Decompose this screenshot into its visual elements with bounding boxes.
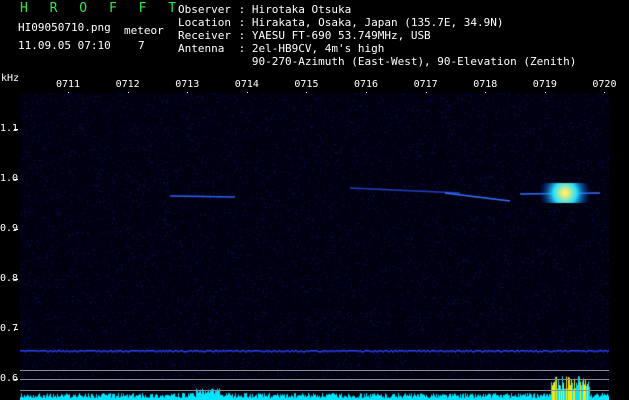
y-axis-unit: kHz bbox=[1, 73, 20, 84]
x-tick-label: 0713 bbox=[175, 79, 200, 90]
x-tick-label: 0712 bbox=[115, 79, 140, 90]
x-tick-label: 0716 bbox=[354, 79, 379, 90]
info-row-antenna-direction: 90-270-Azimuth (East-West), 90-Elevation… bbox=[251, 55, 577, 68]
x-tick-label: 0720 bbox=[592, 79, 617, 90]
meteor-count: 7 bbox=[138, 39, 145, 52]
info-row-observer: Observer : Hirotaka Otsuka bbox=[178, 3, 352, 16]
y-tick-mark bbox=[14, 229, 18, 230]
file-name: HI09050710.png bbox=[18, 21, 111, 34]
y-tick-mark bbox=[14, 179, 18, 180]
reference-line-middle bbox=[20, 379, 609, 380]
x-tick-label: 0717 bbox=[413, 79, 438, 90]
reference-line-upper bbox=[20, 370, 609, 371]
station-info: Observer : Hirotaka Otsuka Location : Hi… bbox=[178, 3, 576, 68]
y-tick-mark bbox=[14, 279, 18, 280]
info-row-location: Location : Hirakata, Osaka, Japan (135.7… bbox=[178, 16, 504, 29]
x-tick-label: 0715 bbox=[294, 79, 319, 90]
x-tick-label: 0714 bbox=[234, 79, 259, 90]
app-title: H R O F F T bbox=[20, 1, 184, 16]
y-tick-mark bbox=[14, 379, 18, 380]
x-tick-label: 0718 bbox=[473, 79, 498, 90]
y-tick-mark bbox=[14, 129, 18, 130]
meteor-label: meteor bbox=[124, 24, 164, 37]
record-datetime: 11.09.05 07:10 bbox=[18, 39, 111, 52]
x-tick-label: 0711 bbox=[56, 79, 81, 90]
spectrogram-canvas bbox=[20, 93, 609, 400]
info-row-receiver: Receiver : YAESU FT-690 53.749MHz, USB bbox=[178, 29, 431, 42]
info-row-antenna: Antenna : 2el-HB9CV, 4m's high bbox=[178, 42, 385, 55]
y-tick-mark bbox=[14, 329, 18, 330]
reference-line-lower bbox=[20, 390, 609, 391]
x-tick-label: 0719 bbox=[532, 79, 557, 90]
